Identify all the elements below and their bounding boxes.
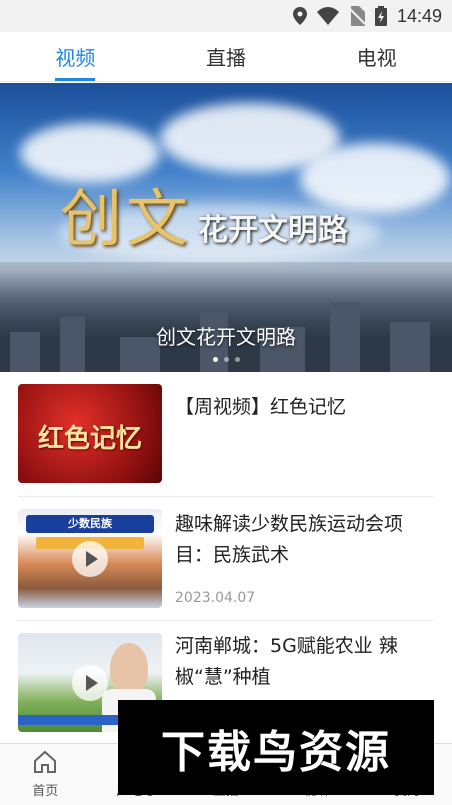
video-thumbnail[interactable]: 红色记忆 <box>18 384 162 483</box>
carousel-dots <box>0 357 452 362</box>
play-icon[interactable] <box>72 665 108 701</box>
video-title[interactable]: 河南郸城：5G赋能农业 辣椒“慧”种植 <box>175 631 434 693</box>
thumbnail-text: 红色记忆 <box>37 424 142 454</box>
carousel-dot[interactable] <box>223 357 229 362</box>
video-title[interactable]: 【周视频】红色记忆 <box>175 392 434 423</box>
video-title[interactable]: 趣味解读少数民族运动会项目：民族武术 <box>175 509 434 571</box>
no-sim-icon <box>348 6 365 26</box>
tab-video[interactable]: 视频 <box>0 32 151 81</box>
watermark-text: 下载鸟资源 <box>161 726 391 778</box>
status-icons: 14:49 <box>292 4 442 28</box>
divider <box>18 620 434 621</box>
play-icon[interactable] <box>72 541 108 577</box>
watermark-overlay: 下载鸟资源 <box>118 700 434 795</box>
banner-art-big: 创文 <box>60 182 193 255</box>
tab-tv[interactable]: 电视 <box>301 32 452 81</box>
location-icon <box>292 7 307 25</box>
home-icon <box>34 750 57 773</box>
nav-home[interactable]: 首页 <box>0 744 90 805</box>
video-item[interactable]: 少数民族 趣味解读少数民族运动会项目：民族武术 2023.04.07 <box>18 509 434 609</box>
carousel-dot[interactable] <box>234 357 240 362</box>
city-skyline <box>0 262 452 372</box>
wifi-icon <box>316 7 339 25</box>
status-time: 14:49 <box>396 5 442 26</box>
video-thumbnail[interactable]: 少数民族 <box>18 509 162 608</box>
banner-title-art: 创文 花开文明路 <box>60 168 348 258</box>
banner-carousel[interactable]: 创文 花开文明路 创文花开文明路 <box>0 83 452 372</box>
divider <box>18 496 434 497</box>
video-item[interactable]: 红色记忆 【周视频】红色记忆 <box>18 384 434 484</box>
battery-charging-icon <box>374 6 387 26</box>
thumbnail-text: 少数民族 <box>26 515 154 533</box>
carousel-dot[interactable] <box>212 357 218 362</box>
banner-caption: 创文花开文明路 <box>156 325 296 349</box>
nav-label: 首页 <box>32 784 59 799</box>
top-tabs: 视频 直播 电视 <box>0 32 452 82</box>
status-bar: 14:49 <box>0 0 452 32</box>
video-date: 2023.04.07 <box>175 590 256 606</box>
banner-art-small: 花开文明路 <box>198 213 349 248</box>
tab-live[interactable]: 直播 <box>151 32 302 81</box>
